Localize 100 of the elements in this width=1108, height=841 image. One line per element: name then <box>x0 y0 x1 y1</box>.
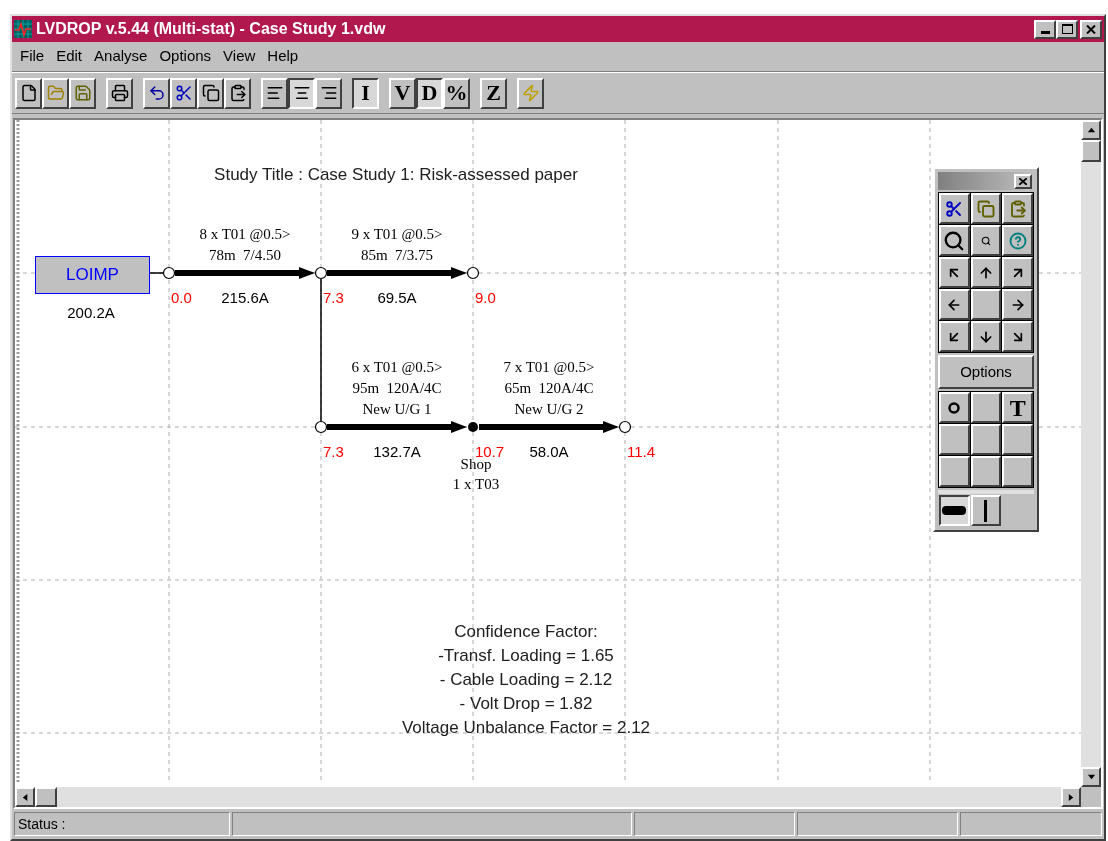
pan-button[interactable] <box>1002 289 1033 320</box>
tool-button[interactable] <box>970 456 1002 487</box>
tool-button[interactable] <box>970 392 1002 423</box>
connector-tool-button[interactable] <box>970 495 1002 526</box>
copy-button[interactable] <box>970 193 1002 224</box>
scroll-thumb[interactable] <box>35 787 57 807</box>
pan-button[interactable] <box>939 257 970 288</box>
open-folder-button[interactable] <box>42 77 69 109</box>
menu-item[interactable]: Options <box>153 45 218 68</box>
current-label: 215.6A <box>221 288 269 308</box>
paste-icon <box>228 84 247 102</box>
annotation-line: -Transf. Loading = 1.65 <box>438 645 614 667</box>
menu-item[interactable]: Help <box>261 45 305 68</box>
undo-button[interactable] <box>143 77 170 109</box>
align-right-button[interactable] <box>315 77 342 109</box>
tool-button[interactable] <box>970 424 1002 455</box>
new-file-icon <box>19 84 38 102</box>
current-label: 132.7A <box>373 442 421 462</box>
connector-line <box>149 272 164 274</box>
pan-button[interactable] <box>970 321 1002 352</box>
window-title: LVDROP v.5.44 (Multi-stat) - Case Study 1.vdw <box>36 19 387 39</box>
align-center-button[interactable] <box>288 77 315 109</box>
toolbar-letter-button[interactable]: Z <box>480 77 507 109</box>
scroll-right-button[interactable] <box>1061 787 1081 807</box>
text-tool-button[interactable]: T <box>1002 392 1033 423</box>
save-button[interactable] <box>69 77 96 109</box>
align-center-icon <box>292 84 311 102</box>
scroll-left-button[interactable] <box>15 787 35 807</box>
print-button[interactable] <box>106 77 133 109</box>
node-circle[interactable] <box>314 420 328 434</box>
cable-tool-button[interactable] <box>939 495 970 526</box>
zoom-out-button[interactable] <box>970 225 1002 256</box>
cable-label: 6 x T01 @0.5> 95m 120A/4C New U/G 1 <box>351 358 443 419</box>
node-circle[interactable] <box>618 420 632 434</box>
scroll-up-button[interactable] <box>1081 120 1101 140</box>
cable-label: 9 x T01 @0.5> 85m 7/3.75 <box>351 225 443 265</box>
pan-button[interactable] <box>939 289 970 320</box>
menu-item[interactable]: View <box>217 45 262 68</box>
arrow-up-icon <box>1086 125 1096 135</box>
close-icon <box>1086 24 1096 34</box>
maximize-button[interactable] <box>1056 19 1078 39</box>
vertical-line-icon <box>984 499 988 522</box>
menu-item[interactable]: Analyse <box>88 45 154 68</box>
toolbar-letter-button[interactable]: % <box>443 77 470 109</box>
toolbar-letter-button[interactable]: I <box>352 77 379 109</box>
pan-button[interactable] <box>1002 257 1033 288</box>
copy-icon <box>977 199 995 218</box>
cut-icon <box>174 84 193 102</box>
pan-button[interactable] <box>970 257 1002 288</box>
scroll-down-button[interactable] <box>1081 767 1101 787</box>
paste-button[interactable] <box>224 77 251 109</box>
search-icon <box>981 235 991 246</box>
node-circle[interactable] <box>466 266 480 280</box>
cut-icon <box>945 199 964 218</box>
annotation-line: Confidence Factor: <box>454 621 598 643</box>
junction-node[interactable] <box>468 422 478 432</box>
arrow-down-icon <box>1086 772 1096 782</box>
app-icon <box>14 20 32 38</box>
tool-button[interactable] <box>939 424 970 455</box>
scroll-thumb[interactable] <box>1081 140 1101 162</box>
lightning-icon <box>521 84 540 102</box>
minimize-button[interactable] <box>1034 19 1056 39</box>
zoom-in-button[interactable] <box>939 225 970 256</box>
paste-button[interactable] <box>1002 193 1033 224</box>
cut-button[interactable] <box>939 193 970 224</box>
options-button[interactable]: Options <box>938 355 1034 389</box>
lightning-button[interactable] <box>517 77 544 109</box>
circle-icon <box>948 401 961 414</box>
vertical-scrollbar[interactable] <box>1081 120 1101 787</box>
node-tool-button[interactable] <box>939 392 970 423</box>
new-file-button[interactable] <box>15 77 42 109</box>
annotation-line: - Volt Drop = 1.82 <box>459 693 593 715</box>
close-button[interactable] <box>1080 19 1102 39</box>
node-circle[interactable] <box>314 266 328 280</box>
menu-item[interactable]: File <box>14 45 51 68</box>
cable-label: 7 x T01 @0.5> 65m 120A/4C New U/G 2 <box>503 358 595 419</box>
tool-button[interactable] <box>939 456 970 487</box>
annotation-line: Voltage Unbalance Factor = 2.12 <box>401 717 651 739</box>
align-left-button[interactable] <box>261 77 288 109</box>
pan-button[interactable] <box>939 321 970 352</box>
tool-button[interactable] <box>1002 456 1033 487</box>
toolbar-letter-button[interactable]: D <box>416 77 443 109</box>
voltage-label: 0.0 <box>171 288 192 308</box>
align-right-icon <box>319 84 338 102</box>
horizontal-scrollbar[interactable] <box>15 787 1081 807</box>
source-node[interactable]: LOIMP <box>35 256 150 294</box>
current-label: 200.2A <box>67 303 115 323</box>
node-circle[interactable] <box>162 266 176 280</box>
close-icon <box>1019 177 1027 185</box>
undo-icon <box>147 84 166 102</box>
tool-button[interactable] <box>1002 424 1033 455</box>
cut-button[interactable] <box>170 77 197 109</box>
pan-button[interactable] <box>1002 321 1033 352</box>
menu-item[interactable]: Edit <box>50 45 89 68</box>
copy-button[interactable] <box>197 77 224 109</box>
close-button[interactable] <box>1014 173 1032 189</box>
help-button[interactable] <box>1002 225 1033 256</box>
center-button[interactable] <box>970 289 1002 320</box>
print-icon <box>110 84 129 102</box>
toolbar-letter-button[interactable]: V <box>389 77 416 109</box>
